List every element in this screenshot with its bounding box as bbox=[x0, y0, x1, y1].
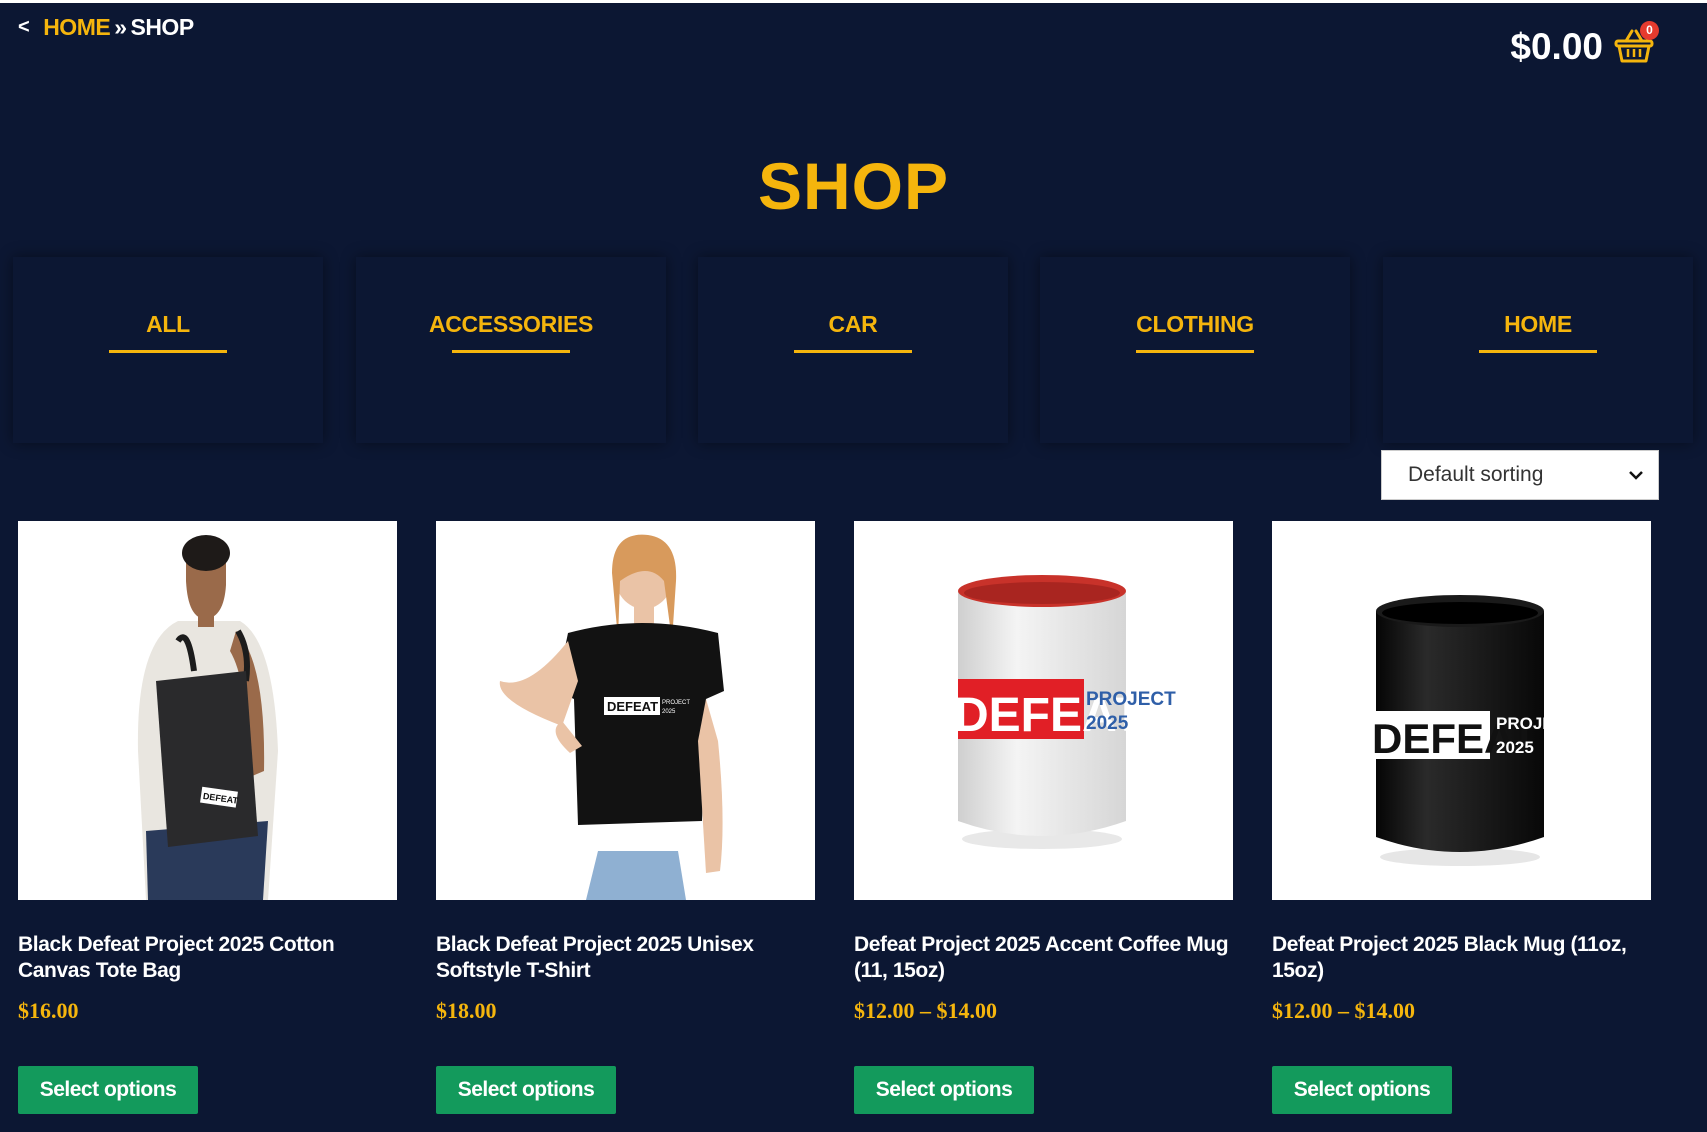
cart-total[interactable]: $0.00 bbox=[1510, 26, 1603, 68]
category-tile-home[interactable]: HOME bbox=[1383, 257, 1693, 443]
chevron-down-icon bbox=[1628, 463, 1644, 487]
product-name[interactable]: Black Defeat Project 2025 Unisex Softsty… bbox=[436, 932, 815, 984]
category-label[interactable]: CLOTHING bbox=[1040, 311, 1350, 338]
shirt-print-defeat: DEFEAT bbox=[607, 699, 658, 714]
category-tile-accessories[interactable]: ACCESSORIES bbox=[356, 257, 666, 443]
category-underline bbox=[1479, 350, 1597, 353]
category-underline bbox=[794, 350, 912, 353]
category-underline bbox=[109, 350, 227, 353]
cart-count-badge: 0 bbox=[1640, 21, 1659, 40]
shirt-print-project: PROJECT bbox=[662, 700, 690, 706]
product-image-black-mug[interactable]: DEFEAT PROJECT 2025 bbox=[1272, 521, 1651, 900]
breadcrumb: < HOME » SHOP bbox=[18, 14, 194, 41]
product-name[interactable]: Defeat Project 2025 Accent Coffee Mug (1… bbox=[854, 932, 1233, 984]
product-price: $18.00 bbox=[436, 998, 497, 1023]
breadcrumb-separator: » bbox=[114, 14, 127, 40]
back-chevron-icon[interactable]: < bbox=[18, 16, 30, 39]
category-underline bbox=[1136, 350, 1254, 353]
breadcrumb-current: SHOP bbox=[130, 14, 194, 40]
category-label[interactable]: ALL bbox=[13, 311, 323, 338]
page-title: SHOP bbox=[757, 149, 950, 223]
product-price: $12.00 – $14.00 bbox=[1272, 998, 1415, 1023]
category-underline bbox=[452, 350, 570, 353]
select-options-button[interactable]: Select options bbox=[436, 1066, 616, 1114]
product-card: DEFEAT PROJECT 2025 Black Defeat Project… bbox=[436, 521, 815, 1114]
category-label[interactable]: HOME bbox=[1383, 311, 1693, 338]
top-border bbox=[0, 0, 1707, 3]
product-name[interactable]: Black Defeat Project 2025 Cotton Canvas … bbox=[18, 932, 397, 984]
shirt-print-year: 2025 bbox=[662, 709, 676, 715]
select-options-button[interactable]: Select options bbox=[1272, 1066, 1452, 1114]
mug-print-project: PROJECT bbox=[1496, 714, 1577, 733]
product-image-tote-bag[interactable]: DEFEAT bbox=[18, 521, 397, 900]
product-price: $16.00 bbox=[18, 998, 79, 1023]
breadcrumb-home-link[interactable]: HOME bbox=[43, 14, 111, 41]
select-options-button[interactable]: Select options bbox=[18, 1066, 198, 1114]
category-tile-all[interactable]: ALL bbox=[13, 257, 323, 443]
product-price: $12.00 – $14.00 bbox=[854, 998, 997, 1023]
mug-print-project: PROJECT bbox=[1086, 689, 1176, 710]
sorting-selected-value: Default sorting bbox=[1408, 463, 1544, 486]
category-label[interactable]: CAR bbox=[698, 311, 1008, 338]
product-name[interactable]: Defeat Project 2025 Black Mug (11oz, 15o… bbox=[1272, 932, 1651, 984]
product-card: DEFEAT PROJECT 2025 Defeat Project 2025 … bbox=[1272, 521, 1651, 1114]
mug-print-year: 2025 bbox=[1086, 713, 1129, 734]
select-options-button[interactable]: Select options bbox=[854, 1066, 1034, 1114]
sorting-select[interactable]: Default sorting bbox=[1381, 450, 1659, 500]
category-tile-car[interactable]: CAR bbox=[698, 257, 1008, 443]
cart-widget[interactable]: $0.00 0 bbox=[1510, 21, 1659, 68]
category-tile-clothing[interactable]: CLOTHING bbox=[1040, 257, 1350, 443]
product-card: DEFEAT PROJECT 2025 Defeat Project 2025 … bbox=[854, 521, 1233, 1114]
product-image-accent-mug[interactable]: DEFEAT PROJECT 2025 bbox=[854, 521, 1233, 900]
product-card: DEFEAT Black Defeat Project 2025 Cotton … bbox=[18, 521, 397, 1114]
basket-icon[interactable]: 0 bbox=[1613, 21, 1659, 67]
category-label[interactable]: ACCESSORIES bbox=[356, 311, 666, 338]
product-image-t-shirt[interactable]: DEFEAT PROJECT 2025 bbox=[436, 521, 815, 900]
mug-print-year: 2025 bbox=[1496, 738, 1534, 757]
